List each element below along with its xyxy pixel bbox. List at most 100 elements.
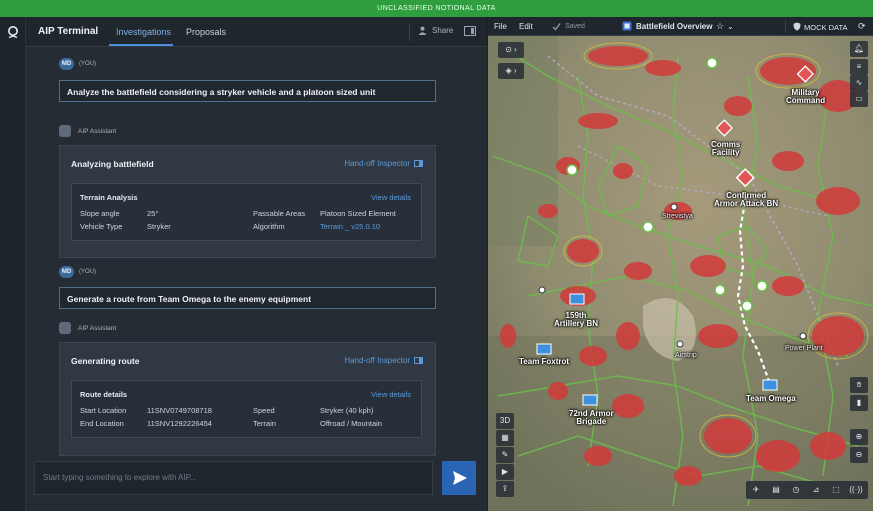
header-divider [785,20,786,33]
field-value: Platoon Sized Element [320,209,396,218]
palantir-logo-icon[interactable] [6,25,20,39]
view-details-link[interactable]: View details [371,390,411,399]
bookmark-icon[interactable]: ▮ [850,395,868,411]
measure-icon[interactable]: ⊿ [807,482,825,498]
handoff-label: Hand-off Inspector [344,159,410,168]
armor-brigade-label: 72nd Armor Brigade [569,409,614,426]
chat-input[interactable]: Start typing something to explore with A… [34,461,433,495]
back-forward-control[interactable]: ⊙ › [498,42,524,58]
three-d-toggle[interactable]: 3D [496,413,514,429]
left-rail [0,17,26,511]
user-message: Analyze the battlefield considering a st… [59,80,436,102]
eraser-icon[interactable]: ✎ [496,447,514,463]
assistant-card: Generating route Hand-off Inspector Rout… [59,342,436,456]
field-label: Terrain [253,419,276,428]
user-icon [418,26,427,35]
handoff-inspector-button[interactable]: Hand-off Inspector [344,356,423,365]
chat-icon[interactable]: ▭ [850,91,868,107]
map-title: Battlefield Overview [636,22,713,31]
aip-terminal-panel: AIP Terminal Investigations Proposals Sh… [26,17,487,511]
assistant-name: AIP Assistant [78,128,117,135]
assistant-avatar-icon [59,125,71,137]
list-icon[interactable]: ≡ [850,59,868,75]
refresh-icon[interactable]: ⟳ [858,21,866,32]
military-command-label: Military Command [786,88,826,105]
strevistya-label: Strevistya [662,213,693,220]
send-button[interactable] [442,461,476,495]
header-divider [409,23,410,41]
user-tag: (YOU) [79,269,96,275]
user-avatar: MD [59,266,74,278]
field-label: Speed [253,406,275,415]
inspector-icon [414,357,423,364]
select-area-icon[interactable]: ⬚ [827,482,845,498]
algorithm-link[interactable]: Terrain _ v25.0.10 [320,222,380,231]
grid-icon[interactable]: ▦ [496,430,514,446]
field-value: 11SNV0749708718 [147,406,212,415]
terminal-header: AIP Terminal Investigations Proposals Sh… [26,17,487,47]
handoff-inspector-button[interactable]: Hand-off Inspector [344,159,423,168]
upload-icon[interactable]: ⇪ [496,481,514,497]
zoom-in-icon[interactable]: ⊕ [850,429,868,445]
active-tab-indicator [109,44,173,46]
field-label: Algorithm [253,222,285,231]
signal-icon[interactable]: ((·)) [847,482,865,498]
panel-layout-icon[interactable]: ▤ [767,482,785,498]
shield-icon [793,22,801,31]
assistant-avatar-icon [59,322,71,334]
send-to-icon[interactable]: ▶ [496,464,514,480]
card-title: Generating route [71,356,140,366]
route-details-section: Route details View details Start Locatio… [71,380,422,438]
handoff-label: Hand-off Inspector [344,356,410,365]
edit-menu[interactable]: Edit [519,22,533,31]
classification-banner: UNCLASSIFIED NOTIONAL DATA [0,0,873,17]
inspector-icon [414,160,423,167]
bell-icon[interactable]: 🔔︎ [850,41,868,57]
chevron-down-icon[interactable]: ⌄ [727,22,734,31]
assistant-card: Analyzing battlefield Hand-off Inspector… [59,145,436,258]
view-details-link[interactable]: View details [371,193,411,202]
zoom-out-icon[interactable]: ⊖ [850,447,868,463]
field-label: End Location [80,419,124,428]
section-title: Route details [80,390,128,399]
chat-thread: MD (YOU) Analyze the battlefield conside… [26,48,487,456]
pan-icon[interactable]: ✋︎ [850,377,868,393]
field-label: Passable Areas [253,209,306,218]
field-value: 25° [147,209,159,218]
comms-facility-label: Comms Facility [711,140,741,157]
airstrip-label: Airstrip [675,352,697,359]
power-plant-label: Power Plant [785,345,823,352]
assistant-name: AIP Assistant [78,325,117,332]
mock-data-badge: MOCK DATA [804,23,848,32]
field-value: 11SNV1292226454 [147,419,212,428]
toggle-panel-icon[interactable] [464,26,476,36]
field-label: Start Location [80,406,127,415]
field-value: Stryker [147,222,171,231]
artillery-bn-label: 159th Artillery BN [554,311,599,328]
activity-icon[interactable]: ∿ [850,75,868,91]
no-fly-icon[interactable]: ✈ [747,482,765,498]
map-panel: File Edit Saved Battlefield Overview ☆ ⌄… [488,17,873,511]
map-header: File Edit Saved Battlefield Overview ☆ ⌄… [488,17,873,36]
confirmed-armor-label: Confirmed Armor Attack BN [714,191,779,208]
user-avatar: MD [59,58,74,70]
layer-select-control[interactable]: ◈ › [498,63,524,79]
star-icon[interactable]: ☆ [716,21,724,32]
share-label: Share [432,26,454,35]
file-menu[interactable]: File [494,22,507,31]
section-title: Terrain Analysis [80,193,138,202]
checkmark-icon [552,23,561,31]
tab-investigations[interactable]: Investigations [116,27,171,37]
field-value: Stryker (40 kph) [320,406,374,415]
app-title: AIP Terminal [38,26,99,37]
map-document-icon [622,21,632,31]
field-label: Vehicle Type [80,222,123,231]
battlefield-map[interactable] [488,36,873,511]
share-button[interactable]: Share [418,26,453,35]
send-icon [453,471,467,485]
user-message: Generate a route from Team Omega to the … [59,287,436,309]
team-omega-label: Team Omega [746,394,796,403]
team-foxtrot-label: Team Foxtrot [519,357,570,366]
clock-icon[interactable]: ◷ [787,482,805,498]
tab-proposals[interactable]: Proposals [186,27,226,37]
